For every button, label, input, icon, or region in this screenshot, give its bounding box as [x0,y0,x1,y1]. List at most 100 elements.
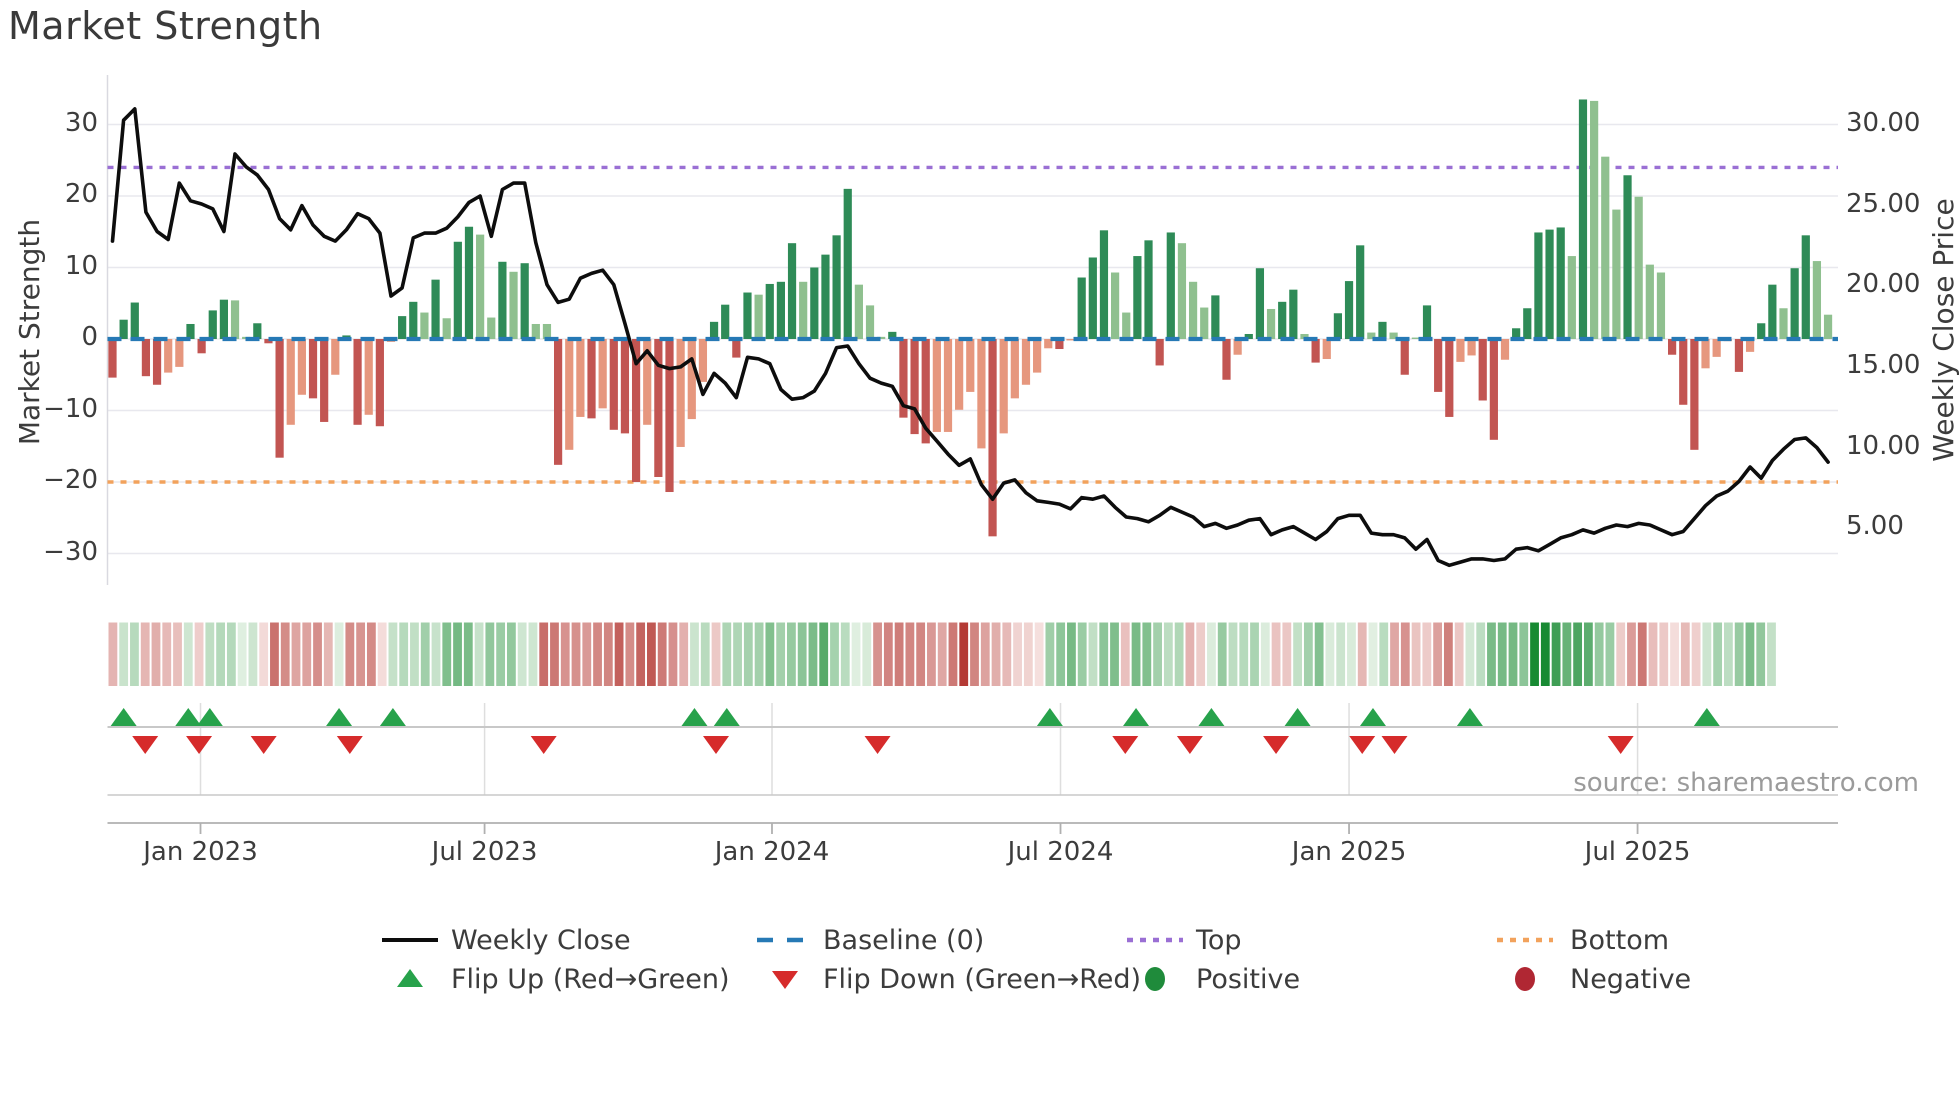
heatmap-cell [1067,622,1076,686]
flip-up-marker [110,708,137,726]
strength-bar [1556,227,1565,339]
strength-bar [732,339,741,358]
flip-down-icon [772,971,798,989]
heatmap-cell [560,622,570,686]
x-axis-tick-label: Jul 2024 [1007,837,1114,867]
heatmap-cell [657,622,667,686]
heatmap-cell [399,622,409,686]
heatmap-cell [582,622,592,686]
legend-item-bottom: Bottom [1495,920,1669,960]
heatmap-cell [1616,622,1626,686]
strength-bar [1278,301,1287,339]
strength-bar [1422,305,1432,339]
heatmap-cell [1023,622,1033,686]
strength-bar [208,310,217,339]
heatmap-cell [366,622,376,686]
strength-bar [1255,268,1265,339]
heatmap-cell [862,622,872,686]
strength-bar [799,281,808,339]
strength-bar [1111,272,1120,339]
flip-up-marker [379,708,406,726]
heatmap-cell [1045,622,1055,686]
right-axis-tick: 30.00 [1846,108,1921,138]
heatmap-cell [1174,622,1184,686]
heatmap-cell [1583,622,1593,686]
heatmap-cell [302,622,312,686]
strength-bar [609,339,618,430]
strength-bar [999,339,1008,434]
heatmap-cell [690,622,699,686]
strength-bar [865,305,875,339]
heatmap-cell [183,622,193,686]
strength-bar [676,339,685,447]
heatmap-cell [410,622,419,686]
heatmap-cell [1347,622,1356,686]
heatmap-cell [1336,622,1346,686]
heatmap-cell [1239,622,1249,686]
heatmap-cell [1648,622,1658,686]
strength-bar [1590,100,1599,339]
strength-bar [1133,256,1142,339]
strength-bar [1333,313,1342,339]
strength-bar [175,339,184,367]
heatmap-cell [259,622,269,686]
heatmap-cell [1002,622,1012,686]
heatmap-cell [873,622,882,686]
strength-bar [988,339,997,537]
heatmap-cell [1734,622,1744,686]
strength-bar [308,339,318,399]
heatmap-cell [1368,622,1378,686]
strength-bar [1612,209,1621,339]
heatmap-cell [668,622,678,686]
strength-bar [943,339,953,432]
heatmap-cell [237,622,247,686]
strength-bar [1734,339,1744,372]
strength-bar [1021,339,1031,385]
flip-down-marker [250,736,277,754]
heatmap-cell [894,622,904,686]
heatmap-cell [1756,622,1766,686]
heatmap-cell [1390,622,1399,686]
strength-bar [152,339,162,385]
strength-bar [687,339,696,420]
strength-bar [587,339,596,419]
heatmap-cell [1314,622,1324,686]
heatmap-cell [1627,622,1636,686]
legend-item-positive: Positive [1125,959,1300,999]
strength-bar [1200,307,1209,339]
strength-bar [453,241,462,339]
strength-bar [977,339,986,449]
flip-up-marker [1198,708,1225,726]
strength-bar [1823,314,1833,339]
heatmap-cell [830,622,839,686]
heatmap-cell [1411,622,1421,686]
heatmap-cell [1540,622,1550,686]
flip-up-marker [1359,708,1386,726]
heatmap-cell [334,622,344,686]
heatmap-cell [1670,622,1679,686]
heatmap-cell [1443,622,1453,686]
heatmap-cell [819,622,829,686]
strength-bar [219,299,228,339]
heatmap-cell [1659,622,1669,686]
heatmap-cell [130,622,139,686]
heatmap-cell [1120,622,1130,686]
legend-item-flip-down-green-red: Flip Down (Green→Red) [755,959,1141,999]
flip-up-marker [1036,708,1063,726]
heatmap-cell [916,622,926,686]
legend-item-baseline-0: Baseline (0) [755,920,984,960]
heatmap-cell [625,622,635,686]
strength-bar [353,339,362,425]
heatmap-cell [1379,622,1389,686]
strength-bar [576,339,585,417]
heatmap-cell [1530,622,1539,686]
heatmap-cell [1163,622,1173,686]
strength-bar [520,263,529,339]
strength-bar [1523,308,1532,339]
top-swatch-icon [1127,937,1183,943]
heatmap-cell [474,622,484,686]
x-axis-tick-label: Jul 2025 [1584,837,1691,867]
heatmap-cell [970,622,979,686]
flip-down-marker [1349,736,1376,754]
strength-bar [364,339,373,415]
